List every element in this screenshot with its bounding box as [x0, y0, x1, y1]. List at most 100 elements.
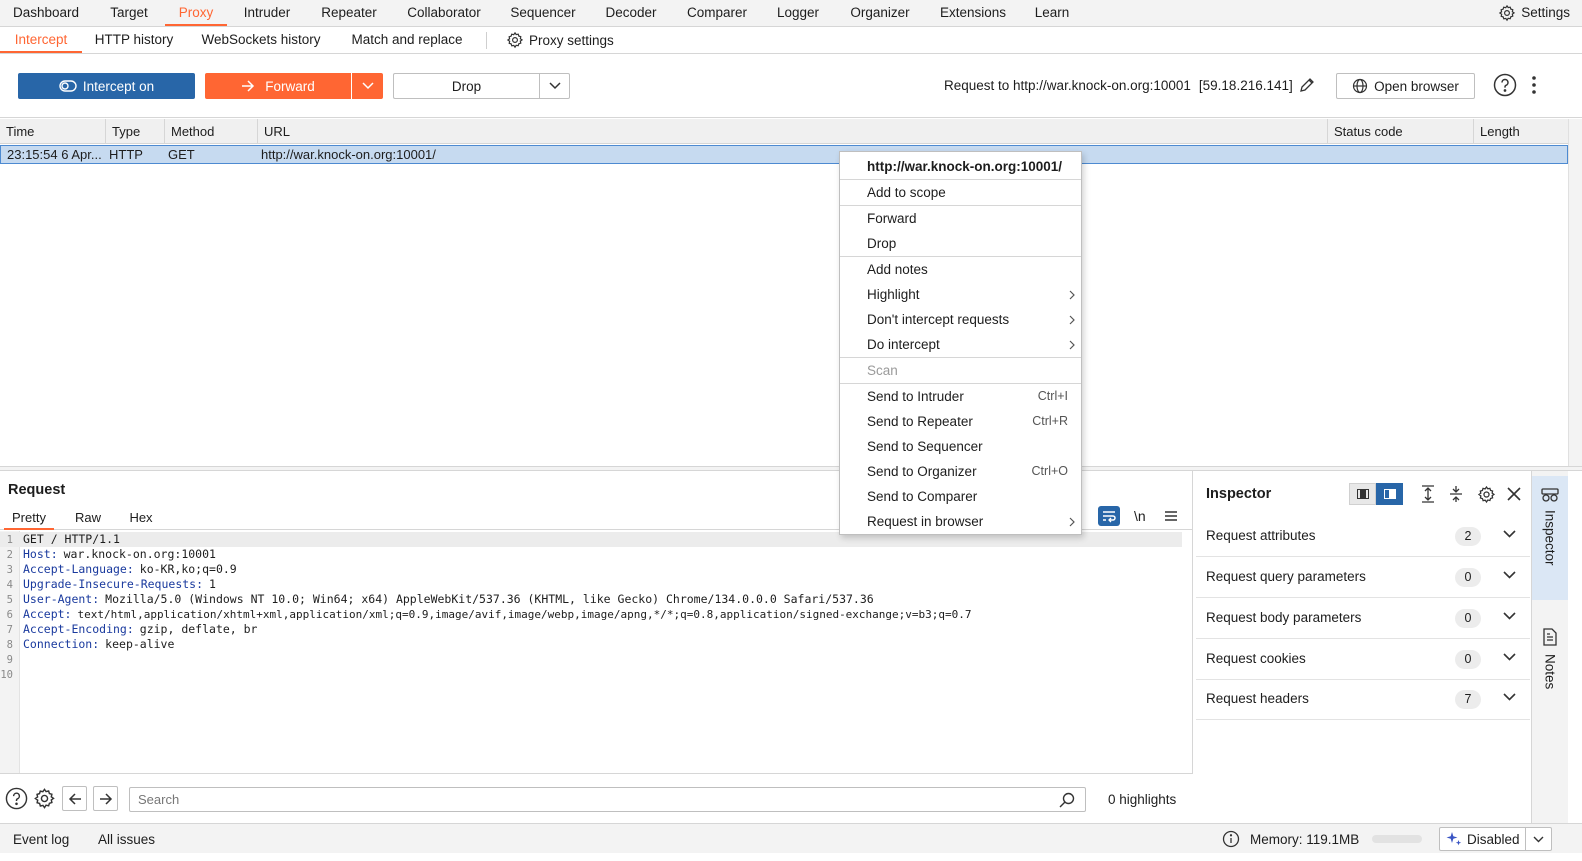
more-options-button[interactable]: [1530, 74, 1538, 99]
tab-collaborator[interactable]: Collaborator: [394, 0, 494, 26]
forward-dropdown-button[interactable]: [352, 73, 383, 99]
layout-left-button[interactable]: [1349, 483, 1376, 505]
help-button[interactable]: [1493, 73, 1517, 100]
layout-right-button[interactable]: [1376, 483, 1403, 505]
tab-decoder[interactable]: Decoder: [596, 0, 666, 26]
collapse-all-button[interactable]: [1441, 485, 1471, 503]
menu-item-send-to-organizer[interactable]: Send to Organizer Ctrl+O: [840, 459, 1081, 484]
edit-target-button[interactable]: [1298, 76, 1316, 97]
next-match-button[interactable]: [93, 786, 118, 811]
expand-all-button[interactable]: [1415, 485, 1441, 503]
chevron-right-icon: [1069, 315, 1075, 325]
inspector-section-request-query-parameters[interactable]: Request query parameters 0: [1196, 557, 1530, 598]
inspector-section-request-headers[interactable]: Request headers 7: [1196, 679, 1530, 720]
all-issues-button[interactable]: All issues: [98, 832, 155, 847]
tab-learn[interactable]: Learn: [1024, 0, 1080, 26]
request-editor[interactable]: 1 GET / HTTP/1.1 2 Host: war.knock-on.org:1…: [0, 532, 1182, 682]
table-scrollbar[interactable]: [1568, 119, 1582, 466]
tab-proxy[interactable]: Proxy: [165, 0, 227, 26]
ai-status-dropdown[interactable]: [1525, 828, 1551, 850]
inspector-section-request-body-parameters[interactable]: Request body parameters 0: [1196, 598, 1530, 639]
proxy-settings-label: Proxy settings: [529, 32, 614, 48]
close-inspector-button[interactable]: [1501, 487, 1527, 501]
search-input[interactable]: [130, 788, 1050, 811]
header-value: war.knock-on.org:10001: [63, 547, 216, 561]
tab-sequencer[interactable]: Sequencer: [500, 0, 586, 26]
tab-intercept[interactable]: Intercept: [0, 27, 82, 53]
column-header-status-code[interactable]: Status code: [1328, 119, 1474, 143]
request-title: Request: [8, 482, 66, 498]
menu-item-request-in-browser[interactable]: Request in browser: [840, 509, 1081, 534]
menu-item-label: Highlight: [867, 287, 920, 302]
menu-item-do-intercept[interactable]: Do intercept: [840, 332, 1081, 357]
menu-item-add-notes[interactable]: Add notes: [840, 257, 1081, 282]
search-settings-button[interactable]: [31, 785, 57, 811]
open-browser-button[interactable]: Open browser: [1336, 73, 1475, 99]
tab-comparer[interactable]: Comparer: [675, 0, 759, 26]
header-key: Upgrade-Insecure-Requests:: [23, 577, 204, 591]
header-value: Mozilla/5.0 (Windows NT 10.0; Win64; x64…: [105, 592, 874, 606]
menu-item-shortcut: Ctrl+I: [1037, 389, 1068, 403]
settings-button[interactable]: Settings: [1498, 3, 1570, 23]
inspector-section-request-attributes[interactable]: Request attributes 2: [1196, 516, 1530, 557]
proxy-settings-button[interactable]: Proxy settings: [506, 30, 614, 50]
tab-organizer[interactable]: Organizer: [838, 0, 922, 26]
tab-intruder[interactable]: Intruder: [232, 0, 302, 26]
gear-icon: [1477, 485, 1495, 503]
chevron-down-icon: [1503, 530, 1516, 538]
event-log-button[interactable]: Event log: [13, 832, 69, 847]
tab-extensions[interactable]: Extensions: [930, 0, 1016, 26]
tab-logger[interactable]: Logger: [767, 0, 829, 26]
intercept-label: Intercept on: [82, 78, 155, 94]
menu-item-dont-intercept[interactable]: Don't intercept requests: [840, 307, 1081, 332]
tab-target[interactable]: Target: [96, 0, 162, 26]
menu-item-label: Request in browser: [867, 514, 984, 529]
layout-icon: [1383, 489, 1396, 499]
previous-match-button[interactable]: [62, 786, 87, 811]
line-number: 3: [6, 564, 13, 576]
table-row[interactable]: 23:15:54 6 Apr... HTTP GET http://war.kn…: [0, 145, 1568, 164]
tab-pretty[interactable]: Pretty: [4, 507, 54, 530]
tab-repeater[interactable]: Repeater: [310, 0, 388, 26]
column-header-url[interactable]: URL: [258, 119, 1328, 143]
tab-http-history[interactable]: HTTP history: [88, 27, 180, 53]
context-menu-header: http://war.knock-on.org:10001/: [867, 159, 1063, 174]
toggle-icon: [59, 80, 77, 92]
ai-status-button[interactable]: Disabled: [1439, 827, 1552, 851]
menu-item-highlight[interactable]: Highlight: [840, 282, 1081, 307]
header-key: Accept:: [23, 607, 72, 621]
tab-websockets-history[interactable]: WebSockets history: [192, 27, 330, 53]
drop-dropdown-button[interactable]: [539, 73, 570, 99]
menu-item-drop[interactable]: Drop: [840, 231, 1081, 256]
inspector-section-request-cookies[interactable]: Request cookies 0: [1196, 639, 1530, 680]
menu-item-send-to-repeater[interactable]: Send to Repeater Ctrl+R: [840, 409, 1081, 434]
cell-length: [1475, 146, 1565, 163]
column-header-length[interactable]: Length: [1474, 119, 1568, 143]
menu-item-send-to-comparer[interactable]: Send to Comparer: [840, 484, 1081, 509]
drop-button[interactable]: Drop: [393, 73, 539, 99]
word-wrap-button[interactable]: [1098, 506, 1120, 526]
column-header-method[interactable]: Method: [165, 119, 258, 143]
menu-item-send-to-intruder[interactable]: Send to Intruder Ctrl+I: [840, 384, 1081, 409]
side-tab-inspector[interactable]: Inspector: [1532, 476, 1568, 600]
section-count-badge: 2: [1455, 527, 1481, 546]
search-help-button[interactable]: [3, 785, 29, 811]
menu-item-label: Send to Intruder: [867, 389, 964, 404]
notes-icon: [1543, 628, 1557, 646]
inspector-settings-button[interactable]: [1471, 485, 1501, 504]
side-tab-notes[interactable]: Notes: [1532, 616, 1568, 716]
tab-hex[interactable]: Hex: [119, 507, 163, 530]
tab-match-and-replace[interactable]: Match and replace: [340, 27, 474, 53]
menu-item-add-to-scope[interactable]: Add to scope: [840, 180, 1081, 205]
menu-item-send-to-sequencer[interactable]: Send to Sequencer: [840, 434, 1081, 459]
proxy-sub-menu: Intercept HTTP history WebSockets histor…: [0, 27, 1582, 54]
menu-item-forward[interactable]: Forward: [840, 206, 1081, 231]
forward-button[interactable]: Forward: [205, 73, 351, 99]
tab-dashboard[interactable]: Dashboard: [4, 0, 88, 26]
column-header-type[interactable]: Type: [106, 119, 165, 143]
tab-raw[interactable]: Raw: [66, 507, 110, 530]
request-menu-button[interactable]: [1164, 506, 1178, 526]
show-newlines-button[interactable]: \n: [1134, 506, 1146, 526]
column-header-time[interactable]: Time: [0, 119, 106, 143]
intercept-toggle-button[interactable]: Intercept on: [18, 73, 195, 99]
